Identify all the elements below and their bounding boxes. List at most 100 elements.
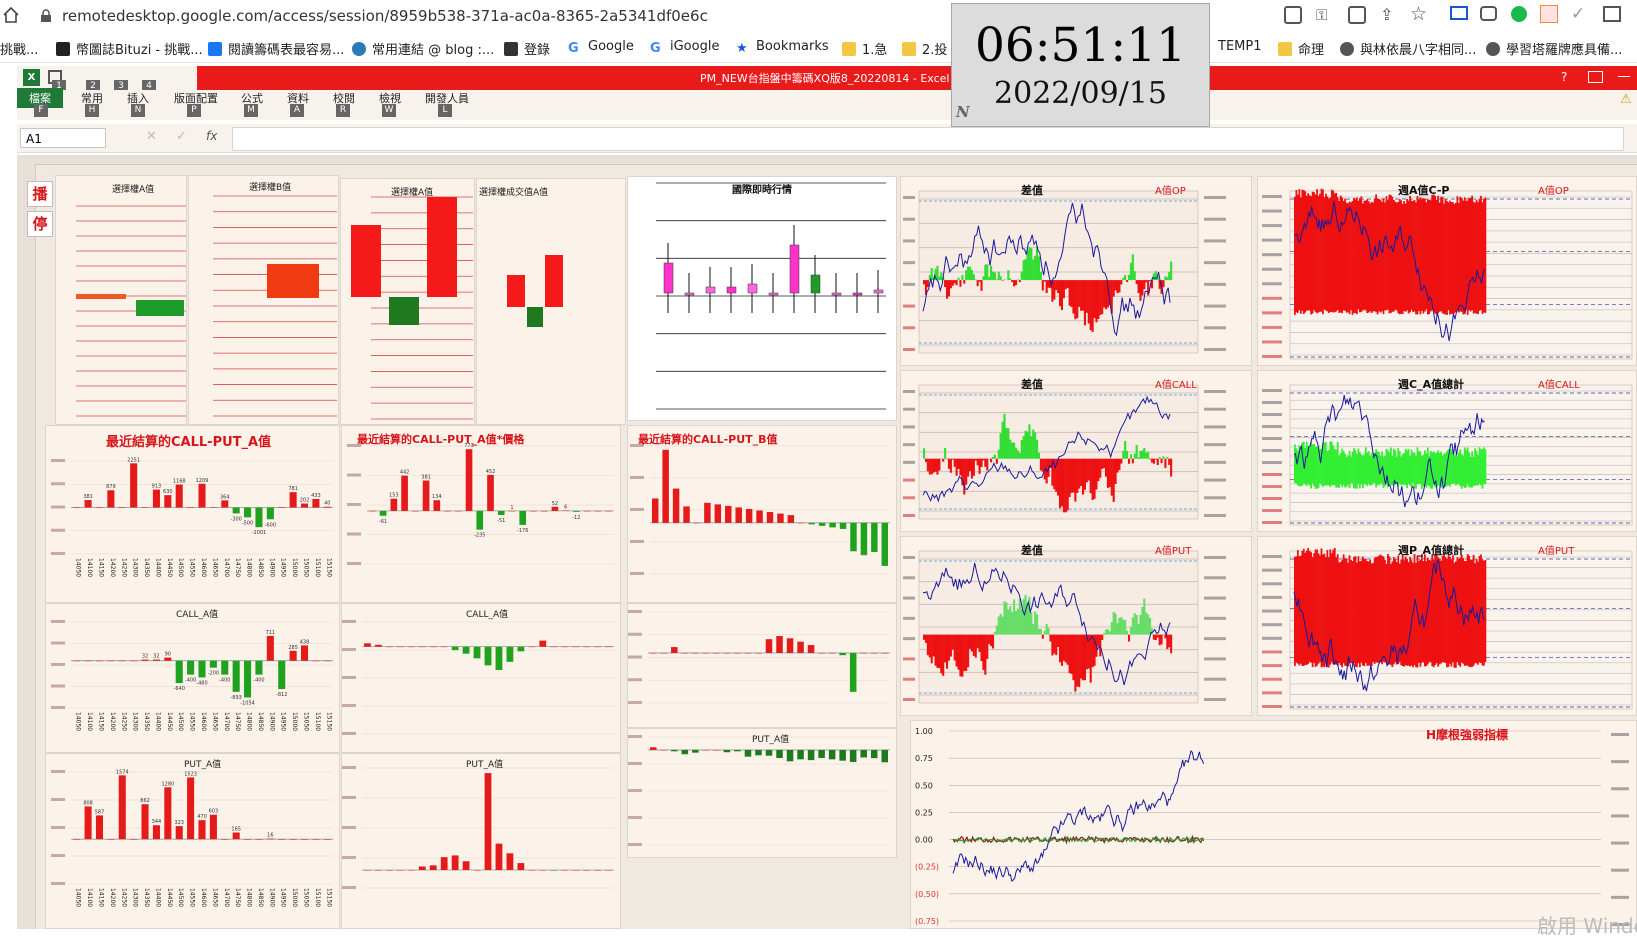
- area-bar: [963, 635, 965, 672]
- bar: [517, 863, 524, 870]
- extension-icon[interactable]: [1603, 6, 1621, 22]
- cp-a-price-panel[interactable]: -61153442381134773-235452-511-176526-12 …: [341, 425, 621, 603]
- area-bar: [944, 280, 946, 287]
- option-volume-a-panel[interactable]: 選擇權成交值A值: [476, 178, 626, 425]
- area-bar: [954, 280, 956, 283]
- star-icon[interactable]: ☆: [1410, 3, 1427, 25]
- area-bar: [1065, 635, 1067, 663]
- help-button[interactable]: ?: [1561, 70, 1567, 84]
- area-bar: [1101, 635, 1103, 640]
- check-icon[interactable]: ✓: [1571, 4, 1585, 24]
- smart-icon[interactable]: [1540, 5, 1558, 23]
- tick-label: 14850: [257, 558, 264, 577]
- bookmark-item[interactable]: 登錄: [504, 39, 550, 58]
- axis-tick-mark: [903, 514, 915, 517]
- bookmark-folder[interactable]: 命理: [1278, 39, 1324, 58]
- data-label: -1001: [252, 530, 267, 536]
- diff-put-panel[interactable]: 差值 A值PUT: [900, 536, 1252, 716]
- bookmark-item[interactable]: GiGoogle: [650, 39, 719, 55]
- cp-a-panel[interactable]: 1405038114100141508791420014250225114300…: [45, 425, 340, 603]
- area-bar: [1003, 414, 1005, 459]
- axis-tick-mark: [1611, 760, 1629, 763]
- send-icon[interactable]: ⇪: [1380, 5, 1393, 24]
- open-external-icon[interactable]: [1348, 6, 1366, 24]
- call-a-panel-2[interactable]: CALL_A值: [341, 603, 621, 753]
- tab-key: M: [244, 104, 258, 117]
- area-bar: [961, 635, 963, 677]
- home-icon[interactable]: [2, 6, 18, 22]
- name-box[interactable]: A1: [20, 128, 106, 148]
- screen-icon[interactable]: [1450, 6, 1468, 20]
- area-bar: [1038, 453, 1040, 459]
- bookmark-item[interactable]: 幣圖誌Bituzi - 挑戰...: [56, 39, 203, 58]
- ribbon-display-icon[interactable]: [1588, 71, 1603, 83]
- tick-label: 14050: [75, 558, 82, 577]
- share-icon[interactable]: [1284, 6, 1302, 24]
- option-b-panel[interactable]: 選擇權B值: [188, 175, 339, 425]
- area-bar: [1007, 428, 1009, 458]
- bookmark-item[interactable]: 與林依晨八字相同...: [1340, 39, 1476, 58]
- bookmark-item[interactable]: 閱讀籌碼表最容易...: [208, 39, 344, 58]
- play-button[interactable]: 播: [27, 181, 53, 207]
- axis-tick-mark: [903, 496, 915, 499]
- tick-label: 14700: [223, 558, 230, 577]
- cp-b-panel[interactable]: 最近結算的CALL-PUT_B值: [627, 425, 897, 603]
- bookmark-item[interactable]: 學習塔羅牌應具備...: [1486, 39, 1622, 58]
- formula-input[interactable]: [232, 127, 1624, 151]
- area-bar: [998, 272, 1000, 280]
- bookmark-item[interactable]: GGoogle: [568, 39, 634, 55]
- stop-button[interactable]: 停: [27, 211, 53, 237]
- area-bar: [1078, 459, 1080, 489]
- bookmark-item[interactable]: ★Bookmarks: [736, 39, 829, 55]
- week-put-panel[interactable]: 週P_A值總計 A值PUT: [1257, 536, 1637, 716]
- area-bar: [973, 635, 975, 656]
- panel-tag: A值CALL: [1155, 376, 1197, 391]
- area-bar: [1048, 280, 1050, 288]
- option-a-panel[interactable]: 選擇權A值: [55, 175, 187, 425]
- area-bar: [1028, 424, 1030, 458]
- strength-panel[interactable]: 1.000.750.500.250.00(0.25)(0.50)(0.75) H…: [910, 720, 1637, 929]
- option-a-panel-2[interactable]: 選擇權A值: [340, 178, 475, 425]
- minimize-icon[interactable]: [1618, 76, 1630, 77]
- put-a-panel[interactable]: 1405080814100587141501420015741425014300…: [45, 753, 340, 929]
- chat-icon[interactable]: [1480, 6, 1497, 21]
- call-a-panel[interactable]: 1405014100141501420014250143003214350321…: [45, 603, 340, 753]
- diff-op-panel[interactable]: 差值 A值OP: [900, 176, 1252, 366]
- cancel-icon[interactable]: ✕: [146, 129, 157, 144]
- bar: [244, 508, 251, 518]
- week-call-panel[interactable]: 週C_A值總計 A值CALL: [1257, 370, 1637, 532]
- bookmark-item[interactable]: 挑戰...: [0, 39, 38, 58]
- y-tick-label: 1.00: [915, 727, 933, 736]
- folder-icon: [842, 42, 856, 56]
- intl-quotes-panel[interactable]: 國際即時行情: [627, 176, 897, 421]
- bookmark-item[interactable]: 常用連結 @ blog :...: [352, 39, 494, 58]
- key-icon[interactable]: ⚿: [1316, 6, 1327, 24]
- url-text[interactable]: remotedesktop.google.com/access/session/…: [62, 7, 708, 25]
- row-headers[interactable]: [17, 164, 36, 929]
- bar: [861, 523, 867, 555]
- area-bar: [1132, 254, 1134, 280]
- enter-icon[interactable]: ✓: [176, 129, 187, 144]
- bar: [766, 750, 773, 756]
- axis-tick-mark: [1204, 678, 1226, 681]
- bookmark-folder[interactable]: 2.投: [902, 39, 947, 58]
- put-b-panel[interactable]: PUT_A值: [627, 728, 897, 858]
- bookmark-item[interactable]: TEMP1: [1218, 39, 1261, 54]
- column-headers[interactable]: [17, 155, 1637, 165]
- call-b-panel[interactable]: [627, 603, 897, 728]
- put-a-panel-2[interactable]: PUT_A值: [341, 753, 621, 929]
- area-bar: [1155, 635, 1157, 640]
- tick-label: 14550: [189, 558, 196, 577]
- diff-call-panel[interactable]: 差值 A值CALL: [900, 370, 1252, 532]
- area-bar: [942, 635, 944, 676]
- area-bar: [977, 635, 979, 649]
- week-cp-panel[interactable]: 週A值C-P A值OP: [1257, 176, 1637, 366]
- axis-tick-mark: [903, 443, 915, 446]
- tick-label: 14300: [132, 712, 139, 731]
- axis-tick-mark: [1262, 473, 1282, 476]
- line-icon[interactable]: [1511, 6, 1527, 22]
- insert-function-button[interactable]: fx: [206, 129, 217, 143]
- bookmark-folder[interactable]: 1.急: [842, 39, 887, 58]
- bar: [605, 511, 612, 512]
- bar: [187, 661, 194, 675]
